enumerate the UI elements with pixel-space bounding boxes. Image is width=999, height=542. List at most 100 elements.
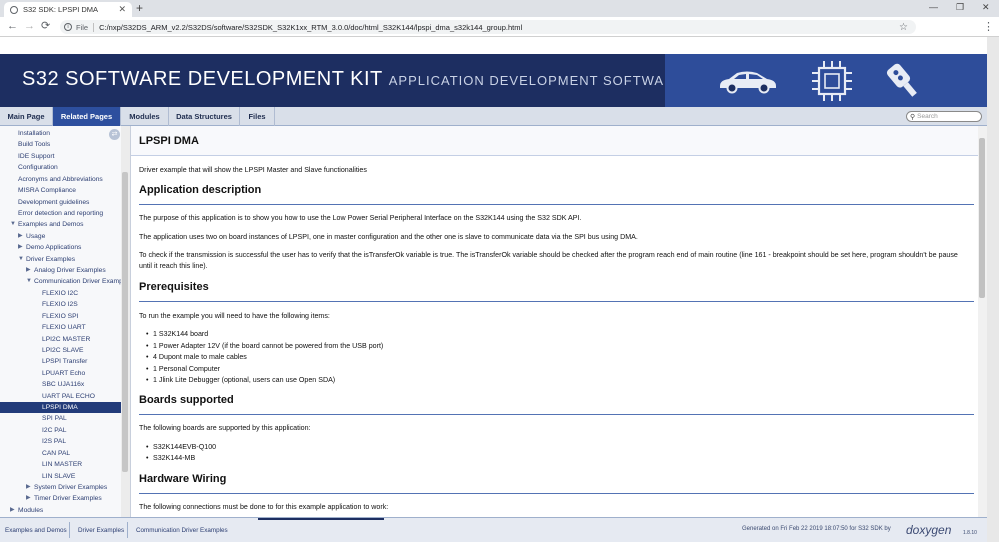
doxygen-logo[interactable]: doxygen xyxy=(906,523,951,537)
tree-item-flexio-i2c[interactable]: FLEXIO I2C xyxy=(0,288,121,299)
tree-item-demo-apps[interactable]: Demo Applications xyxy=(0,242,121,253)
breadcrumb-communication-driver[interactable]: Communication Driver Examples xyxy=(131,518,228,542)
app-desc-paragraph-3: To check if the transmission is successf… xyxy=(139,251,958,270)
tree-item-i2c-pal[interactable]: I2C PAL xyxy=(0,425,121,436)
heading-app-description: Application description xyxy=(139,184,262,196)
doc-nav-tabs: Main Page Related Pages Modules Data Str… xyxy=(0,107,987,126)
tab-main-page[interactable]: Main Page xyxy=(0,107,53,126)
banner-title-text: S32 SOFTWARE DEVELOPMENT KIT xyxy=(22,68,383,90)
close-window-button[interactable]: ✕ xyxy=(982,2,990,13)
tree-item-uart-pal-echo[interactable]: UART PAL ECHO xyxy=(0,391,121,402)
page-top-margin xyxy=(0,37,987,54)
content-scroll-thumb[interactable] xyxy=(979,138,985,298)
car-icon xyxy=(720,71,776,94)
list-item: 4 Dupont male to male cables xyxy=(146,353,247,361)
tree-item-error-detection[interactable]: Error detection and reporting xyxy=(0,208,121,219)
tree-item-system-driver[interactable]: System Driver Examples xyxy=(0,482,121,493)
tree-item-timer-driver[interactable]: Timer Driver Examples xyxy=(0,493,121,504)
tree-item-dev-guidelines[interactable]: Development guidelines xyxy=(0,197,121,208)
url-text[interactable]: C:/nxp/S32DS_ARM_v2.2/S32DS/software/S32… xyxy=(99,23,522,32)
tree-item-analog-driver[interactable]: Analog Driver Examples xyxy=(0,265,121,276)
maximize-button[interactable]: ❐ xyxy=(956,2,964,13)
tree-item-flexio-i2s[interactable]: FLEXIO I2S xyxy=(0,299,121,310)
tree-item-driver-examples[interactable]: Driver Examples xyxy=(0,254,121,265)
list-item: 1 S32K144 board xyxy=(146,330,208,338)
back-icon[interactable]: ← xyxy=(7,20,18,33)
search-input[interactable]: ⚲ Search xyxy=(906,111,982,122)
tree-item-lin-slave[interactable]: LIN SLAVE xyxy=(0,471,121,482)
tab-related-pages[interactable]: Related Pages xyxy=(53,107,121,126)
list-item: S32K144-MB xyxy=(146,454,195,462)
browser-toolbar: ← → ⟳ i File C:/nxp/S32DS_ARM_v2.2/S32DS… xyxy=(0,17,999,37)
new-tab-button[interactable]: + xyxy=(136,2,143,15)
heading-rule xyxy=(139,204,974,205)
sidebar-scrollbar[interactable] xyxy=(121,126,130,517)
heading-hardware-wiring: Hardware Wiring xyxy=(139,473,227,485)
breadcrumb-examples-demos[interactable]: Examples and Demos xyxy=(0,518,67,542)
tab-data-structures[interactable]: Data Structures xyxy=(169,107,240,126)
tree-item-lpspi-dma[interactable]: LPSPI DMA xyxy=(0,402,121,413)
breadcrumb-separator xyxy=(69,522,70,538)
chip-icon xyxy=(812,61,852,101)
tree-item-flexio-uart[interactable]: FLEXIO UART xyxy=(0,322,121,333)
tree-item-ide-support[interactable]: IDE Support xyxy=(0,151,121,162)
tab-title: S32 SDK: LPSPI DMA xyxy=(23,5,99,14)
heading-rule xyxy=(139,301,974,302)
search-placeholder: Search xyxy=(917,113,938,120)
page-title: LPSPI DMA xyxy=(139,135,199,147)
tree-item-installation[interactable]: Installation xyxy=(0,128,121,139)
breadcrumb-driver-examples[interactable]: Driver Examples xyxy=(73,518,124,542)
tree-item-i2s-pal[interactable]: I2S PAL xyxy=(0,436,121,447)
footer-accent-bar xyxy=(258,518,384,520)
forward-icon[interactable]: → xyxy=(24,20,35,33)
tree-item-can-pal[interactable]: CAN PAL xyxy=(0,448,121,459)
tree-item-flexio-spi[interactable]: FLEXIO SPI xyxy=(0,311,121,322)
tree-item-sbc-uja116x[interactable]: SBC UJA116x xyxy=(0,379,121,390)
star-icon[interactable]: ☆ xyxy=(899,22,908,33)
address-bar[interactable]: i File C:/nxp/S32DS_ARM_v2.2/S32DS/softw… xyxy=(60,20,916,34)
tree-item-lpspi-transfer[interactable]: LPSPI Transfer xyxy=(0,356,121,367)
key-fob-icon xyxy=(886,63,917,97)
tree-item-lin-master[interactable]: LIN MASTER xyxy=(0,459,121,470)
doxygen-version: 1.8.10 xyxy=(963,530,977,536)
intro-text: Driver example that will show the LPSPI … xyxy=(139,166,367,174)
tree-item-usage[interactable]: Usage xyxy=(0,231,121,242)
info-icon[interactable]: i xyxy=(64,23,72,31)
content-scrollbar[interactable] xyxy=(978,126,987,517)
tree-item-spi-pal[interactable]: SPI PAL xyxy=(0,413,121,424)
tab-modules[interactable]: Modules xyxy=(121,107,169,126)
footer-nav-path: Examples and Demos Driver Examples Commu… xyxy=(0,517,987,542)
tree-item-lpi2c-slave[interactable]: LPI2C SLAVE xyxy=(0,345,121,356)
search-icon: ⚲ xyxy=(910,113,916,121)
prereq-intro: To run the example you will need to have… xyxy=(139,312,330,320)
tree-item-configuration[interactable]: Configuration xyxy=(0,162,121,173)
list-item: S32K144EVB-Q100 xyxy=(146,443,216,451)
close-tab-icon[interactable]: ✕ xyxy=(118,4,126,15)
tab-files[interactable]: Files xyxy=(240,107,275,126)
tree-item-lpuart-echo[interactable]: LPUART Echo xyxy=(0,368,121,379)
tree-item-lpi2c-master[interactable]: LPI2C MASTER xyxy=(0,334,121,345)
nav-tree: ⇄ Installation Build Tools IDE Support C… xyxy=(0,126,131,517)
generated-info: Generated on Fri Feb 22 2019 18:07:50 fo… xyxy=(742,526,891,532)
globe-icon xyxy=(10,5,18,14)
app-desc-paragraph-2: The application uses two on board instan… xyxy=(139,233,638,241)
sdk-banner: S32 SOFTWARE DEVELOPMENT KIT APPLICATION … xyxy=(0,54,987,107)
boards-intro: The following boards are supported by th… xyxy=(139,424,311,432)
tree-item-examples-demos[interactable]: Examples and Demos xyxy=(0,219,121,230)
menu-icon[interactable]: ⋮ xyxy=(983,20,994,33)
window-edge xyxy=(987,37,999,542)
url-divider xyxy=(93,22,95,32)
tree-item-build-tools[interactable]: Build Tools xyxy=(0,139,121,150)
minimize-button[interactable]: — xyxy=(929,2,938,12)
browser-tab[interactable]: S32 SDK: LPSPI DMA ✕ xyxy=(4,2,132,17)
tree-item-modules[interactable]: Modules xyxy=(0,505,121,516)
sidebar-scroll-thumb[interactable] xyxy=(122,172,128,472)
reload-icon[interactable]: ⟳ xyxy=(41,20,50,33)
heading-prerequisites: Prerequisites xyxy=(139,281,209,293)
tree-item-communication-driver[interactable]: Communication Driver Examples xyxy=(0,276,130,287)
tree-item-misra[interactable]: MISRA Compliance xyxy=(0,185,121,196)
list-item: 1 Personal Computer xyxy=(146,365,220,373)
app-desc-paragraph-1: The purpose of this application is to sh… xyxy=(139,214,582,222)
tree-item-acronyms[interactable]: Acronyms and Abbreviations xyxy=(0,174,121,185)
list-item: 1 Power Adapter 12V (if the board cannot… xyxy=(146,342,383,350)
